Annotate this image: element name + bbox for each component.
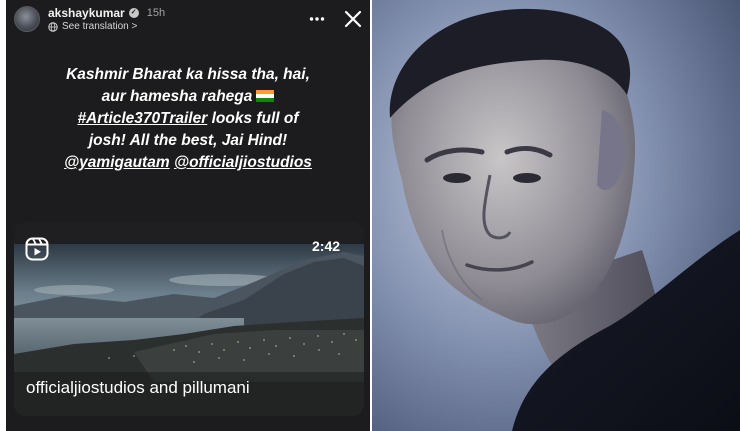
reels-icon bbox=[25, 237, 49, 261]
more-options-icon[interactable] bbox=[308, 10, 326, 28]
avatar[interactable] bbox=[14, 6, 40, 32]
verified-badge-icon: ✓ bbox=[128, 8, 139, 18]
shared-reel-card[interactable]: 2:42 officialjiostudios and pillumani bbox=[14, 222, 364, 416]
portrait-image bbox=[372, 0, 740, 431]
caption-text: aur hamesha rahega bbox=[101, 88, 253, 105]
story-header: akshaykumar ✓ 15h See translation > bbox=[6, 0, 370, 40]
caption-line: #Article370Trailer looks full of bbox=[16, 108, 360, 130]
hashtag-link[interactable]: #Article370Trailer bbox=[77, 110, 207, 127]
india-flag-icon bbox=[256, 90, 275, 102]
username-row: akshaykumar ✓ 15h bbox=[48, 6, 165, 20]
caption-line: @yamigautam @officialjiostudios bbox=[16, 152, 360, 174]
see-translation-link[interactable]: See translation > bbox=[48, 21, 137, 32]
username[interactable]: akshaykumar bbox=[48, 6, 125, 20]
mention-link[interactable]: @officialjiostudios bbox=[174, 154, 312, 171]
caption-line: aur hamesha rahega bbox=[16, 86, 360, 108]
globe-icon bbox=[48, 21, 58, 32]
caption-line: Kashmir Bharat ka hissa tha, hai, bbox=[66, 66, 310, 83]
instagram-story-panel: akshaykumar ✓ 15h See translation > Kash… bbox=[6, 0, 370, 431]
portrait-photo bbox=[372, 0, 740, 431]
mention-link[interactable]: @yamigautam bbox=[64, 154, 170, 171]
reel-credit[interactable]: officialjiostudios and pillumani bbox=[26, 378, 250, 398]
see-translation-label: See translation > bbox=[62, 21, 138, 32]
caption-text: looks full of bbox=[207, 110, 299, 127]
reel-duration: 2:42 bbox=[312, 238, 341, 254]
story-caption: Kashmir Bharat ka hissa tha, hai, aur ha… bbox=[16, 64, 360, 174]
close-icon[interactable] bbox=[342, 8, 364, 30]
caption-line: josh! All the best, Jai Hind! bbox=[88, 132, 288, 149]
post-time: 15h bbox=[146, 7, 166, 19]
